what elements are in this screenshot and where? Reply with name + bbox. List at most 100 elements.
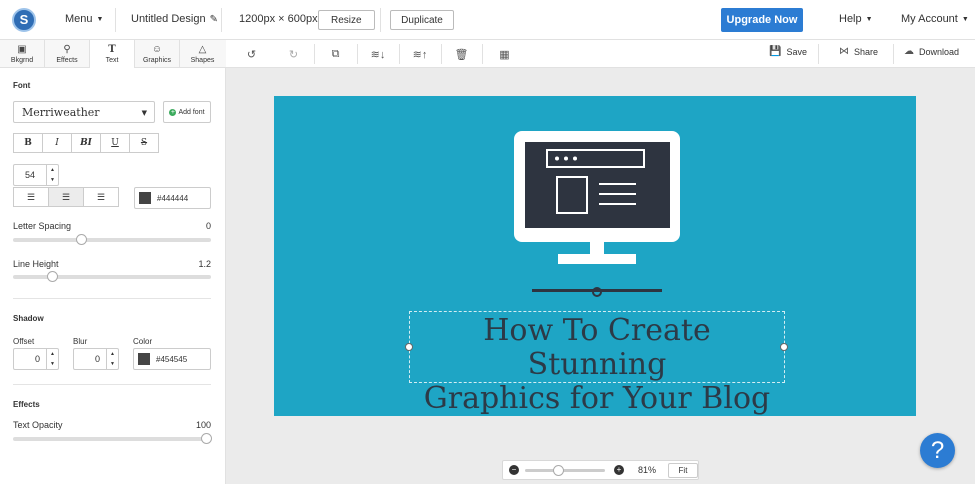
arrow-up-icon[interactable]: ▲ [50, 351, 55, 357]
letter-spacing-slider[interactable] [13, 234, 211, 245]
tab-label: Shapes [190, 56, 215, 64]
upgrade-button[interactable]: Upgrade Now [721, 8, 803, 32]
divider [357, 44, 358, 64]
shadow-blur-stepper[interactable]: 0 ▲ ▼ [73, 348, 119, 370]
zoom-slider[interactable] [525, 465, 605, 476]
undo-icon[interactable]: ↺ [241, 44, 262, 64]
resize-handle-left[interactable] [405, 343, 413, 351]
text-opacity-slider[interactable] [13, 433, 212, 444]
align-right-button[interactable]: ☰ [83, 187, 119, 207]
tab-label: Text [105, 56, 119, 64]
bold-button[interactable]: B [13, 133, 43, 153]
chevron-down-icon: ▼ [961, 15, 969, 23]
arrow-down-icon[interactable]: ▼ [50, 177, 55, 183]
shadow-section-title: Shadow [13, 314, 44, 323]
account-label: My Account [901, 13, 958, 25]
align-left-icon: ☰ [26, 191, 36, 202]
stepper-arrows: ▲ ▼ [106, 349, 118, 369]
headline-line-1: How To Create Stunning [483, 313, 711, 382]
tab-effects[interactable]: ⚲ Effects [45, 40, 90, 68]
zoom-in-icon[interactable]: + [614, 465, 624, 475]
chevron-down-icon: ▼ [865, 15, 873, 23]
underline-button[interactable]: U [100, 133, 130, 153]
font-family-select[interactable]: Merriweather ▼ [13, 101, 155, 123]
send-backward-icon[interactable]: ≋↓ [366, 44, 390, 64]
arrow-up-icon[interactable]: ▲ [110, 351, 115, 357]
tab-label: Bkgrnd [10, 56, 34, 64]
divider [893, 44, 894, 64]
line-height-slider[interactable] [13, 271, 211, 282]
arrow-up-icon[interactable]: ▲ [50, 167, 55, 173]
rotate-handle-icon[interactable] [592, 287, 602, 297]
align-center-icon: ☰ [61, 191, 71, 202]
chevron-down-icon: ▼ [141, 109, 147, 117]
tab-graphics[interactable]: ☺ Graphics [135, 40, 180, 68]
strikethrough-button[interactable]: S [129, 133, 159, 153]
slider-knob[interactable] [553, 465, 564, 476]
help-menu[interactable]: Help ▼ [839, 13, 873, 25]
line-height-value: 1.2 [198, 259, 211, 269]
divider [482, 44, 483, 64]
wand-icon: ⚲ [63, 43, 71, 55]
slider-knob[interactable] [76, 234, 87, 245]
headline-text-box[interactable]: How To Create Stunning Graphics for Your… [409, 311, 785, 416]
divider [441, 44, 442, 64]
zoom-bar: − + 81% Fit [502, 460, 699, 480]
slider-knob[interactable] [201, 433, 212, 444]
trash-icon[interactable]: 🗑 [451, 44, 472, 64]
share-button[interactable]: ⋈ Share [839, 46, 878, 57]
tab-label: Effects [56, 56, 78, 64]
text-color-picker[interactable]: #444444 [134, 187, 211, 209]
image-icon: ▣ [17, 43, 27, 55]
shadow-color-swatch [138, 353, 150, 365]
grid-icon[interactable]: ▦ [494, 44, 515, 64]
effects-section-title: Effects [13, 400, 40, 409]
divider [13, 298, 211, 299]
duplicate-button[interactable]: Duplicate [390, 10, 454, 30]
design-title-text: Untitled Design [131, 13, 206, 25]
arrow-down-icon[interactable]: ▼ [50, 361, 55, 367]
redo-icon[interactable]: ↻ [283, 44, 304, 64]
font-size-stepper[interactable]: 54 ▲ ▼ [13, 164, 59, 186]
help-label: Help [839, 13, 862, 25]
stepper-arrows: ▲ ▼ [46, 165, 58, 185]
canvas-dimensions: 1200px × 600px [239, 13, 318, 25]
copy-icon[interactable]: ⧉ [325, 44, 346, 64]
text-properties-panel: Font Merriweather ▼ + Add font B I BI U … [0, 68, 226, 484]
letter-spacing-label: Letter Spacing [13, 221, 72, 231]
save-button[interactable]: 💾 Save [769, 46, 807, 57]
shadow-color-label: Color [133, 337, 153, 346]
fit-button[interactable]: Fit [668, 463, 698, 478]
design-title[interactable]: Untitled Design ✎ [131, 13, 218, 25]
pencil-icon: ✎ [209, 13, 218, 25]
zoom-out-icon[interactable]: − [509, 465, 519, 475]
tab-text[interactable]: T Text [90, 40, 135, 68]
shadow-offset-stepper[interactable]: 0 ▲ ▼ [13, 348, 59, 370]
triangle-icon: △ [198, 43, 207, 55]
arrow-down-icon[interactable]: ▼ [110, 361, 115, 367]
save-label: Save [786, 46, 807, 57]
app-logo[interactable]: S [12, 7, 36, 32]
shadow-color-value: #454545 [156, 354, 188, 364]
add-font-button[interactable]: + Add font [163, 101, 211, 123]
italic-button[interactable]: I [42, 133, 72, 153]
menu-button[interactable]: Menu ▼ [65, 13, 103, 25]
resize-handle-right[interactable] [780, 343, 788, 351]
download-button[interactable]: ☁ Download [904, 46, 959, 57]
align-left-button[interactable]: ☰ [13, 187, 49, 207]
tab-background[interactable]: ▣ Bkgrnd [0, 40, 45, 68]
tab-shapes[interactable]: △ Shapes [180, 40, 225, 68]
panel-tabs: ▣ Bkgrnd ⚲ Effects T Text ☺ Graphics △ S… [0, 40, 226, 68]
resize-button[interactable]: Resize [318, 10, 375, 30]
bold-italic-button[interactable]: BI [71, 133, 101, 153]
shadow-color-picker[interactable]: #454545 [133, 348, 211, 370]
help-button[interactable]: ? [920, 433, 955, 468]
edit-toolbar: ↺ ↻ ⧉ ≋↓ ≋↑ 🗑 ▦ 💾 Save ⋈ Share ☁ Downloa… [226, 40, 975, 68]
shadow-blur-label: Blur [73, 337, 88, 346]
slider-knob[interactable] [47, 271, 58, 282]
bring-forward-icon[interactable]: ≋↑ [408, 44, 432, 64]
tab-label: Graphics [142, 56, 171, 64]
divider [380, 8, 381, 32]
account-menu[interactable]: My Account ▼ [901, 13, 969, 25]
align-center-button[interactable]: ☰ [48, 187, 84, 207]
